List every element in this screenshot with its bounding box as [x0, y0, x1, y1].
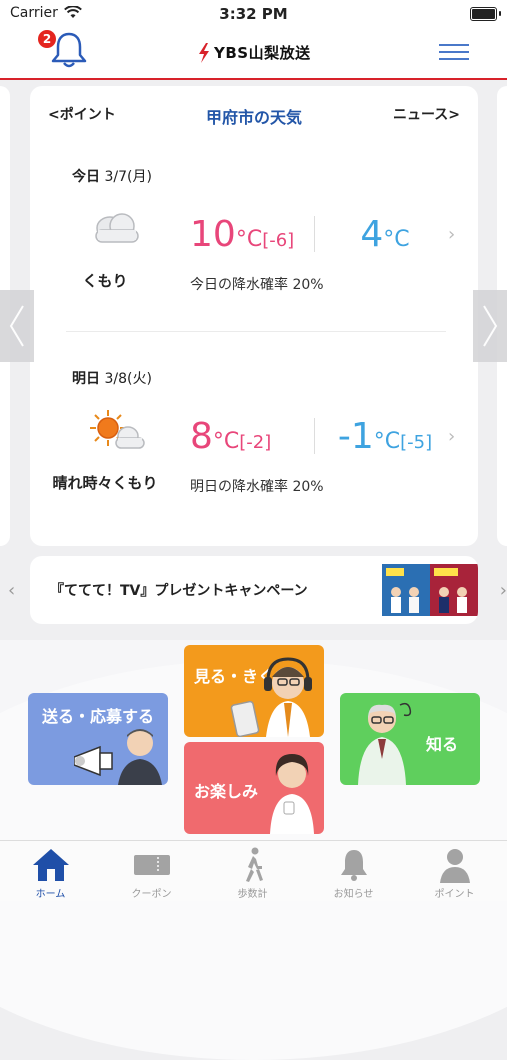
day-date: 3/8(火) — [104, 371, 152, 387]
tab-pedometer[interactable]: 歩数計 — [202, 841, 303, 901]
tile-fun[interactable]: お楽しみ — [184, 742, 324, 834]
day-date: 3/7(月) — [104, 169, 152, 185]
high-temp-diff: [-2] — [239, 432, 272, 453]
banner-text: 『ててて！TV』プレゼントキャンペーン — [50, 583, 308, 599]
carousel-next-button[interactable] — [473, 290, 507, 362]
weather-today[interactable]: 今日 3/7(月) くもり 10°C[-6] 4°C › 今日の降水確率 20% — [30, 166, 478, 316]
logo-text: YBS山梨放送 — [214, 44, 311, 62]
weather-card: <ポイント 甲府市の天気 ニュース> 今日 3/7(月) くもり 10°C[-6… — [30, 86, 478, 546]
weather-condition: くもり — [82, 272, 128, 290]
chevron-right-icon: › — [448, 426, 456, 447]
tile-label: 送る・応募する — [42, 707, 155, 726]
day-label: 今日 — [72, 169, 100, 185]
clock: 3:32 PM — [219, 5, 288, 23]
high-temp-diff: [-6] — [262, 230, 295, 251]
hamburger-menu-icon[interactable] — [439, 44, 469, 65]
app-header: 2 YBS山梨放送 — [0, 28, 507, 80]
rain-probability: 今日の降水確率 20% — [190, 277, 324, 293]
tab-coupon[interactable]: クーポン — [101, 841, 202, 901]
tab-label: 歩数計 — [237, 889, 268, 900]
tab-label: クーポン — [131, 889, 172, 900]
rain-probability: 明日の降水確率 20% — [190, 479, 324, 495]
low-temp: -1°C[-5] — [337, 416, 433, 457]
weather-condition: 晴れ時々くもり — [52, 474, 158, 492]
next-news-link[interactable]: ニュース> — [393, 104, 460, 124]
high-temp: 8°C[-2] — [190, 416, 272, 457]
weather-card-header: <ポイント 甲府市の天気 ニュース> — [30, 104, 478, 127]
banner-next-icon[interactable]: › — [500, 580, 507, 601]
chevron-right-icon: › — [448, 224, 456, 245]
banner-prev-icon[interactable]: ‹ — [8, 580, 15, 601]
chevron-left-icon — [9, 305, 24, 347]
tile-watch-listen[interactable]: 見る・きく — [184, 645, 324, 737]
tab-label: お知らせ — [333, 889, 374, 900]
banner-image — [382, 564, 478, 616]
tab-points[interactable]: ポイント — [404, 841, 505, 901]
tab-label: ホーム — [35, 889, 66, 900]
tab-label: ポイント — [434, 889, 475, 900]
sun-cloud-icon — [90, 410, 145, 449]
woman-coffee-icon — [270, 754, 314, 834]
low-temp-diff: [-5] — [400, 432, 433, 453]
ybs-logo: YBS山梨放送 — [198, 42, 311, 63]
person-icon — [439, 849, 470, 883]
campaign-banner[interactable]: 『ててて！TV』プレゼントキャンペーン — [30, 556, 478, 624]
battery-icon — [470, 7, 497, 21]
tile-label: お楽しみ — [194, 782, 259, 801]
chevron-right-icon — [483, 305, 498, 347]
megaphone-person-icon — [74, 729, 162, 785]
tile-label: 知る — [426, 735, 459, 754]
tile-send-apply[interactable]: 送る・応募する — [28, 693, 168, 785]
lightning-logo-icon — [199, 42, 209, 63]
home-icon — [32, 849, 69, 881]
carousel-prev-button[interactable] — [0, 290, 34, 362]
headphone-person-icon — [230, 657, 312, 737]
status-bar: Carrier 3:32 PM — [0, 0, 507, 28]
cloud-icon — [95, 213, 139, 243]
coupon-icon — [133, 855, 170, 875]
bell-icon — [340, 850, 367, 881]
tile-know[interactable]: 知る — [340, 693, 480, 785]
walker-icon — [245, 847, 263, 882]
notification-badge: 2 — [38, 30, 56, 48]
day-label: 明日 — [72, 371, 100, 387]
tab-notices[interactable]: お知らせ — [303, 841, 404, 901]
professor-icon — [358, 702, 412, 785]
high-temp: 10°C[-6] — [190, 214, 295, 255]
weather-tomorrow[interactable]: 明日 3/8(火) 晴れ時々くもり 8°C[-2] -1°C[-5] › 明日の… — [30, 368, 478, 518]
tab-home[interactable]: ホーム — [0, 841, 101, 901]
day-divider — [66, 331, 446, 332]
low-temp: 4°C — [360, 214, 410, 255]
bottom-tab-bar: ホーム クーポン 歩数計 お知らせ ポイント — [0, 840, 507, 901]
